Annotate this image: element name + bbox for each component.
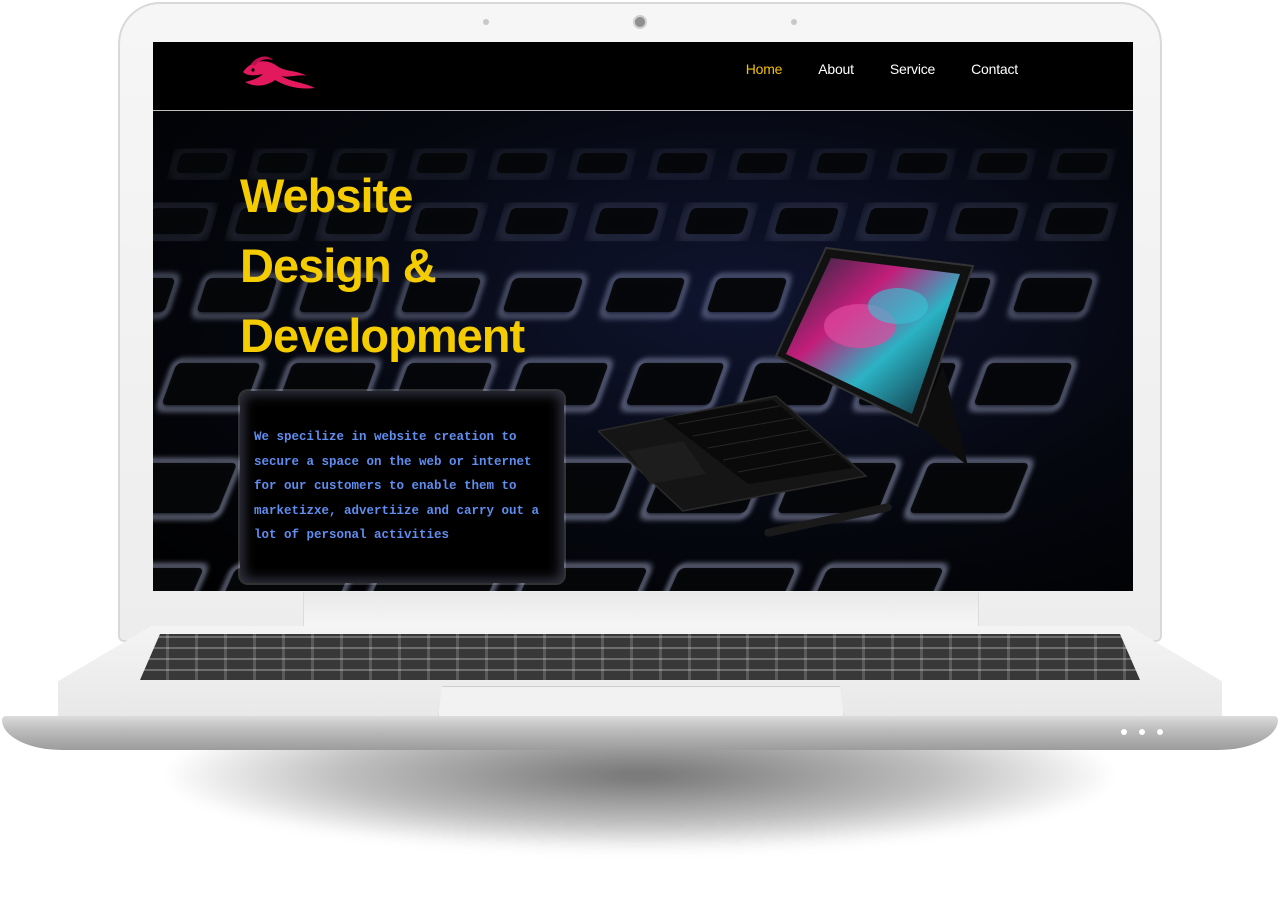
- keyboard-key: [736, 153, 788, 173]
- keyboard-key: [955, 208, 1019, 234]
- status-led-icon: [1157, 729, 1163, 735]
- keyboard-key: [153, 208, 209, 234]
- laptop-screen: Home About Service Contact Website Desig…: [153, 42, 1133, 591]
- nav-service[interactable]: Service: [890, 61, 935, 77]
- keyboard-key: [1013, 278, 1093, 312]
- nav-about[interactable]: About: [818, 61, 854, 77]
- hero-description: We specilize in website creation to secu…: [254, 430, 540, 543]
- status-led-icon: [1139, 729, 1145, 735]
- keyboard-key: [656, 153, 708, 173]
- brand-logo[interactable]: [237, 52, 321, 96]
- keyboard-key: [1045, 208, 1109, 234]
- laptop-keyboard: [140, 634, 1140, 680]
- nav-home[interactable]: Home: [746, 61, 783, 77]
- hero-section: Website Design & Development We speciliz…: [153, 111, 1133, 591]
- keyboard-key: [974, 363, 1072, 405]
- nav-contact[interactable]: Contact: [971, 61, 1018, 77]
- laptop-base: [2, 716, 1278, 750]
- keyboard-key: [816, 153, 868, 173]
- laptop-hinge: [303, 592, 979, 630]
- keyboard-key: [896, 153, 948, 173]
- webcam-icon: [633, 15, 647, 29]
- keyboard-key: [775, 208, 839, 234]
- hero-headline: Website Design & Development: [240, 161, 660, 371]
- description-card: We specilize in website creation to secu…: [240, 391, 564, 583]
- keyboard-key: [685, 208, 749, 234]
- headline-line: Development: [240, 309, 525, 362]
- laptop-sensor-right: [791, 19, 797, 25]
- keyboard-key: [153, 463, 236, 513]
- headline-line: Website: [240, 169, 413, 222]
- laptop-touchpad: [438, 686, 844, 719]
- keyboard-key: [176, 153, 228, 173]
- laptop-sensor-left: [483, 19, 489, 25]
- keyboard-key: [1056, 153, 1108, 173]
- status-led-icon: [1121, 729, 1127, 735]
- keyboard-key: [976, 153, 1028, 173]
- main-nav: Home About Service Contact: [746, 61, 1018, 77]
- keyboard-key: [865, 208, 929, 234]
- headline-line: Design &: [240, 239, 437, 292]
- site-navbar: Home About Service Contact: [153, 42, 1133, 111]
